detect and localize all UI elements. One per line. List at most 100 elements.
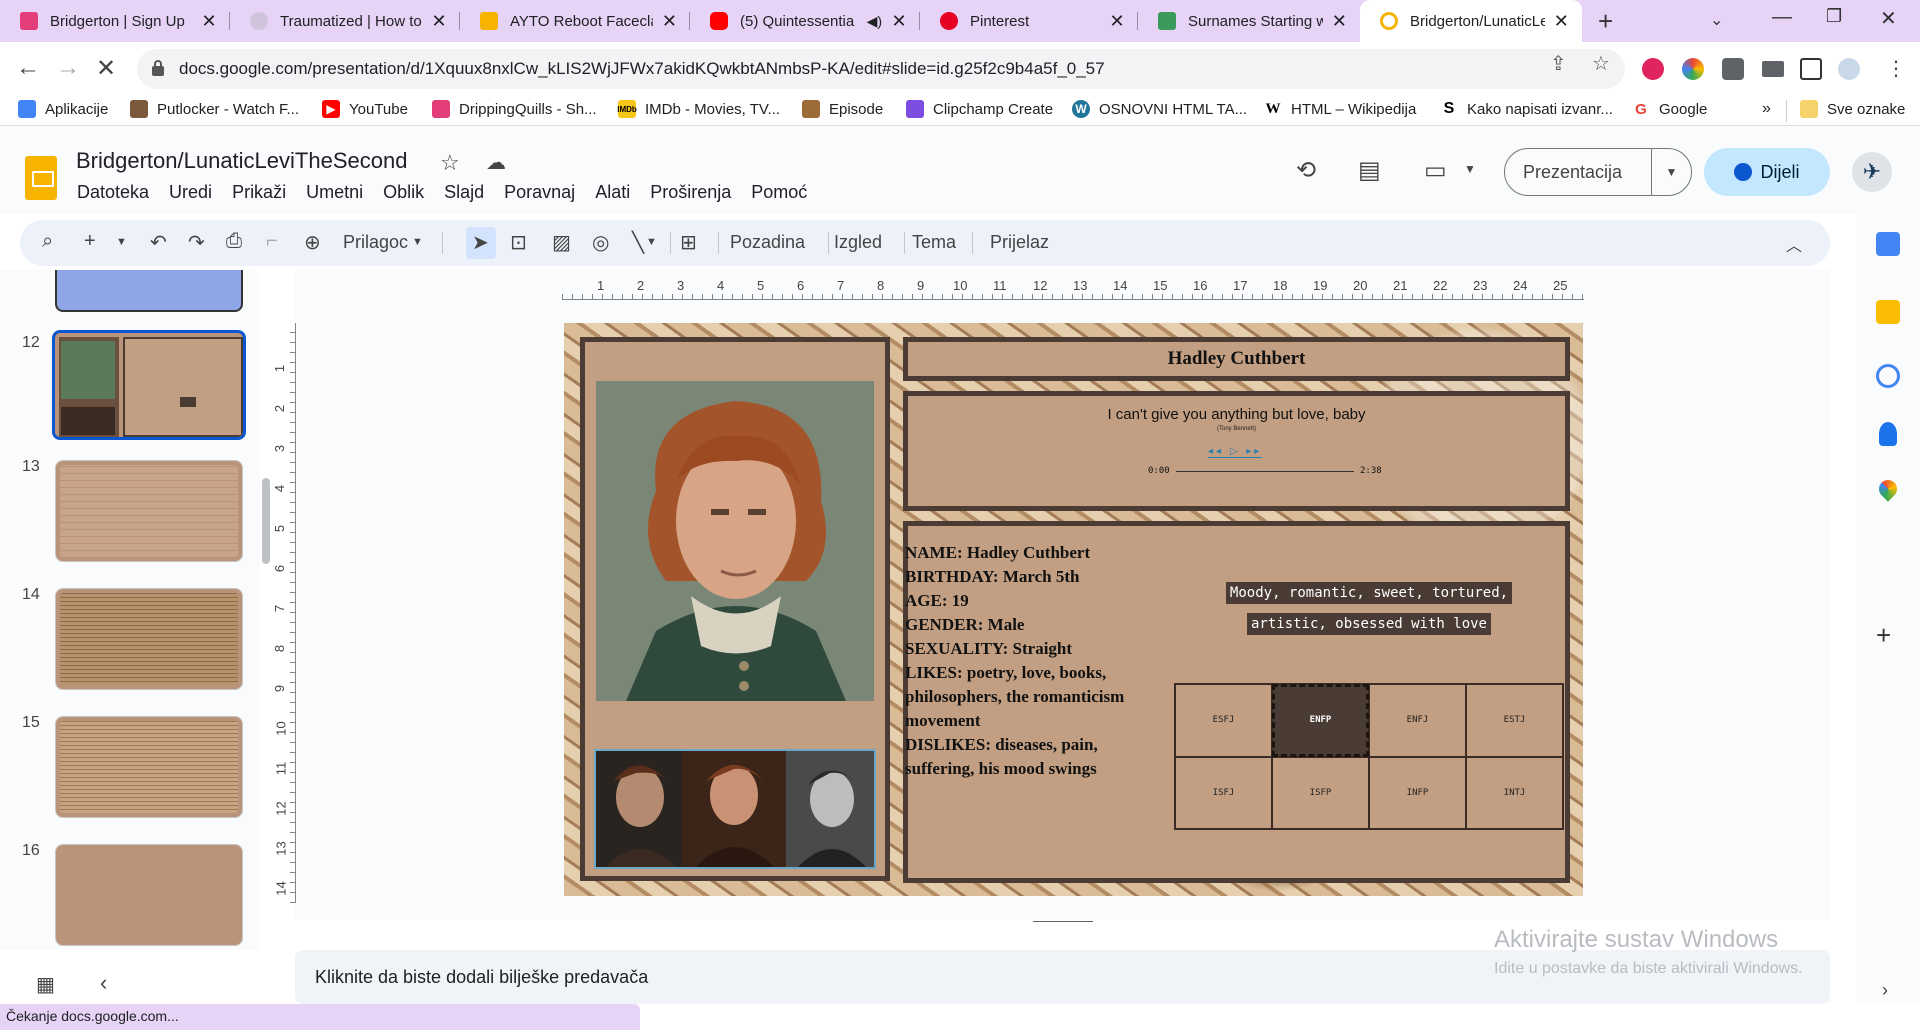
menu-insert[interactable]: Umetni bbox=[306, 182, 363, 203]
side-panel-icon[interactable] bbox=[1800, 58, 1822, 80]
text-box-icon[interactable]: ⊡ bbox=[510, 230, 527, 255]
select-cursor-icon[interactable]: ➤ bbox=[472, 230, 489, 255]
present-button[interactable]: Prezentacija ▼ bbox=[1504, 148, 1692, 196]
zoom-dropdown-icon[interactable]: ▼ bbox=[412, 236, 423, 248]
bookmarks-more-button[interactable]: » bbox=[1762, 100, 1771, 118]
speaker-icon[interactable]: ◀) bbox=[867, 13, 882, 30]
bookmark-item[interactable]: IMDb IMDb - Movies, TV... bbox=[617, 100, 780, 118]
close-icon[interactable]: ✕ bbox=[1331, 11, 1348, 32]
bookmark-item[interactable]: G Google bbox=[1632, 100, 1707, 118]
transition-button[interactable]: Prijelaz bbox=[990, 232, 1049, 253]
redo-icon[interactable]: ↷ bbox=[188, 230, 205, 255]
progress-line[interactable] bbox=[1176, 471, 1354, 472]
player-controls[interactable]: ◂◂ ▷ ▸▸ bbox=[1208, 446, 1263, 458]
personality-traits[interactable]: Moody, romantic, sweet, tortured, artist… bbox=[1214, 578, 1524, 640]
shape-icon[interactable]: ◎ bbox=[592, 230, 609, 255]
slide-thumbnail[interactable] bbox=[55, 588, 243, 690]
tasks-icon[interactable] bbox=[1876, 364, 1900, 388]
mini-photo-3[interactable] bbox=[786, 751, 874, 867]
collapse-filmstrip-icon[interactable]: ‹ bbox=[100, 970, 107, 996]
slide-thumbnail[interactable] bbox=[55, 460, 243, 562]
mini-photo-2[interactable] bbox=[682, 751, 786, 867]
bookmark-item[interactable]: W OSNOVNI HTML TA... bbox=[1072, 100, 1247, 118]
minimize-icon[interactable]: — bbox=[1772, 6, 1792, 29]
bookmark-star-icon[interactable]: ☆ bbox=[1592, 51, 1610, 76]
chevron-down-icon[interactable]: ▼ bbox=[1464, 162, 1476, 176]
share-button[interactable]: Dijeli bbox=[1704, 148, 1830, 196]
browser-tab[interactable]: Pinterest ✕ bbox=[920, 0, 1138, 42]
undo-icon[interactable]: ↶ bbox=[150, 230, 167, 255]
paint-format-icon[interactable]: ⌐ bbox=[266, 230, 278, 253]
color-extension-icon[interactable] bbox=[1682, 58, 1704, 80]
mbti-cell[interactable]: ESTJ bbox=[1466, 684, 1563, 757]
profile-avatar-icon[interactable] bbox=[1838, 58, 1860, 80]
line-dropdown-icon[interactable]: ▼ bbox=[646, 236, 657, 248]
close-window-icon[interactable]: ✕ bbox=[1880, 6, 1897, 31]
add-addon-icon[interactable]: + bbox=[1876, 620, 1891, 651]
line-icon[interactable]: ╲ bbox=[632, 230, 644, 255]
forward-icon[interactable]: → bbox=[56, 54, 80, 82]
menu-view[interactable]: Prikaži bbox=[232, 182, 286, 203]
browser-tab[interactable]: AYTO Reboot Facecla ✕ bbox=[460, 0, 690, 42]
mbti-cell[interactable]: INFP bbox=[1369, 756, 1466, 829]
character-bio[interactable]: NAME: Hadley Cuthbert BIRTHDAY: March 5t… bbox=[905, 541, 1165, 781]
slide-thumbnail[interactable] bbox=[55, 844, 243, 946]
close-icon[interactable]: ✕ bbox=[661, 11, 678, 32]
url-text[interactable]: docs.google.com/presentation/d/1Xquux8nx… bbox=[179, 59, 1105, 79]
restore-icon[interactable]: ❐ bbox=[1826, 6, 1842, 27]
new-slide-icon[interactable]: + bbox=[84, 230, 96, 253]
close-icon[interactable]: ✕ bbox=[430, 11, 448, 32]
menu-slide[interactable]: Slajd bbox=[444, 182, 484, 203]
new-slide-dropdown-icon[interactable]: ▼ bbox=[116, 236, 127, 248]
document-title[interactable]: Bridgerton/LunaticLeviTheSecond bbox=[76, 148, 407, 174]
browser-tab[interactable]: (5) Quintessentia ◀) ✕ bbox=[690, 0, 920, 42]
portrait-photo[interactable] bbox=[596, 381, 874, 701]
song-title[interactable]: I can't give you anything but love, baby bbox=[908, 406, 1565, 423]
url-bar[interactable]: docs.google.com/presentation/d/1Xquux8nx… bbox=[137, 49, 1625, 89]
slides-logo-icon[interactable] bbox=[25, 156, 57, 200]
menu-format[interactable]: Oblik bbox=[383, 182, 424, 203]
music-player-box[interactable]: I can't give you anything but love, baby… bbox=[903, 391, 1570, 511]
contacts-icon[interactable] bbox=[1879, 422, 1897, 446]
bookmark-item[interactable]: Episode bbox=[802, 100, 883, 118]
share-page-icon[interactable]: ⇪ bbox=[1550, 51, 1567, 76]
mbti-table[interactable]: ESFJ ENFP ENFJ ESTJ ISFJ ISFP INFP INTJ bbox=[1174, 683, 1564, 830]
slide-thumbnail-selected[interactable] bbox=[52, 330, 246, 440]
maps-icon[interactable] bbox=[1875, 476, 1901, 502]
bookmark-item[interactable]: Clipchamp Create bbox=[906, 100, 1053, 118]
mbti-cell[interactable]: ENFJ bbox=[1369, 684, 1466, 757]
bookmark-item[interactable]: DrippingQuills - Sh... bbox=[432, 100, 597, 118]
cloud-status-icon[interactable]: ☁ bbox=[486, 150, 506, 175]
bookmark-item[interactable]: ▶ YouTube bbox=[322, 100, 408, 118]
slide-thumbnail[interactable] bbox=[55, 270, 243, 312]
filmstrip-scrollbar[interactable] bbox=[262, 478, 270, 564]
present-dropdown-icon[interactable]: ▼ bbox=[1652, 165, 1691, 179]
all-bookmarks-folder[interactable]: Sve oznake bbox=[1800, 100, 1905, 118]
mbti-cell-selected[interactable]: ENFP bbox=[1272, 684, 1369, 757]
grid-view-icon[interactable]: ▦ bbox=[36, 972, 55, 997]
slide-thumbnail[interactable] bbox=[55, 716, 243, 818]
character-name[interactable]: Hadley Cuthbert bbox=[1168, 348, 1306, 370]
print-icon[interactable]: ⎙ bbox=[226, 230, 242, 253]
browser-menu-icon[interactable]: ⋮ bbox=[1886, 56, 1906, 81]
song-artist[interactable]: (Tony Bennett) bbox=[908, 426, 1565, 432]
background-button[interactable]: Pozadina bbox=[730, 232, 805, 253]
keep-icon[interactable] bbox=[1876, 300, 1900, 324]
new-tab-icon[interactable]: + bbox=[1598, 6, 1613, 37]
zoom-select[interactable]: Prilagoc bbox=[343, 232, 408, 253]
comments-icon[interactable]: ▤ bbox=[1358, 156, 1381, 185]
expand-panel-icon[interactable]: › bbox=[1882, 980, 1888, 1001]
zoom-icon[interactable]: ⊕ bbox=[304, 230, 321, 255]
bookmark-item[interactable]: Putlocker - Watch F... bbox=[130, 100, 299, 118]
add-comment-icon[interactable]: ⊞ bbox=[680, 230, 697, 255]
search-menus-icon[interactable]: ⌕ bbox=[42, 230, 53, 253]
speaker-notes-placeholder[interactable]: Kliknite da biste dodali bilješke predav… bbox=[315, 967, 648, 988]
calendar-icon[interactable] bbox=[1876, 232, 1900, 256]
meet-camera-icon[interactable]: ▭ bbox=[1424, 156, 1447, 185]
browser-tab[interactable]: Surnames Starting w ✕ bbox=[1138, 0, 1360, 42]
mini-photo-1[interactable] bbox=[596, 751, 682, 867]
tab-search-icon[interactable]: ⌄ bbox=[1710, 10, 1723, 30]
bookmark-item[interactable]: S Kako napisati izvanr... bbox=[1440, 100, 1613, 118]
close-icon[interactable]: ✕ bbox=[1553, 11, 1570, 32]
notes-resize-handle[interactable] bbox=[1033, 921, 1093, 922]
